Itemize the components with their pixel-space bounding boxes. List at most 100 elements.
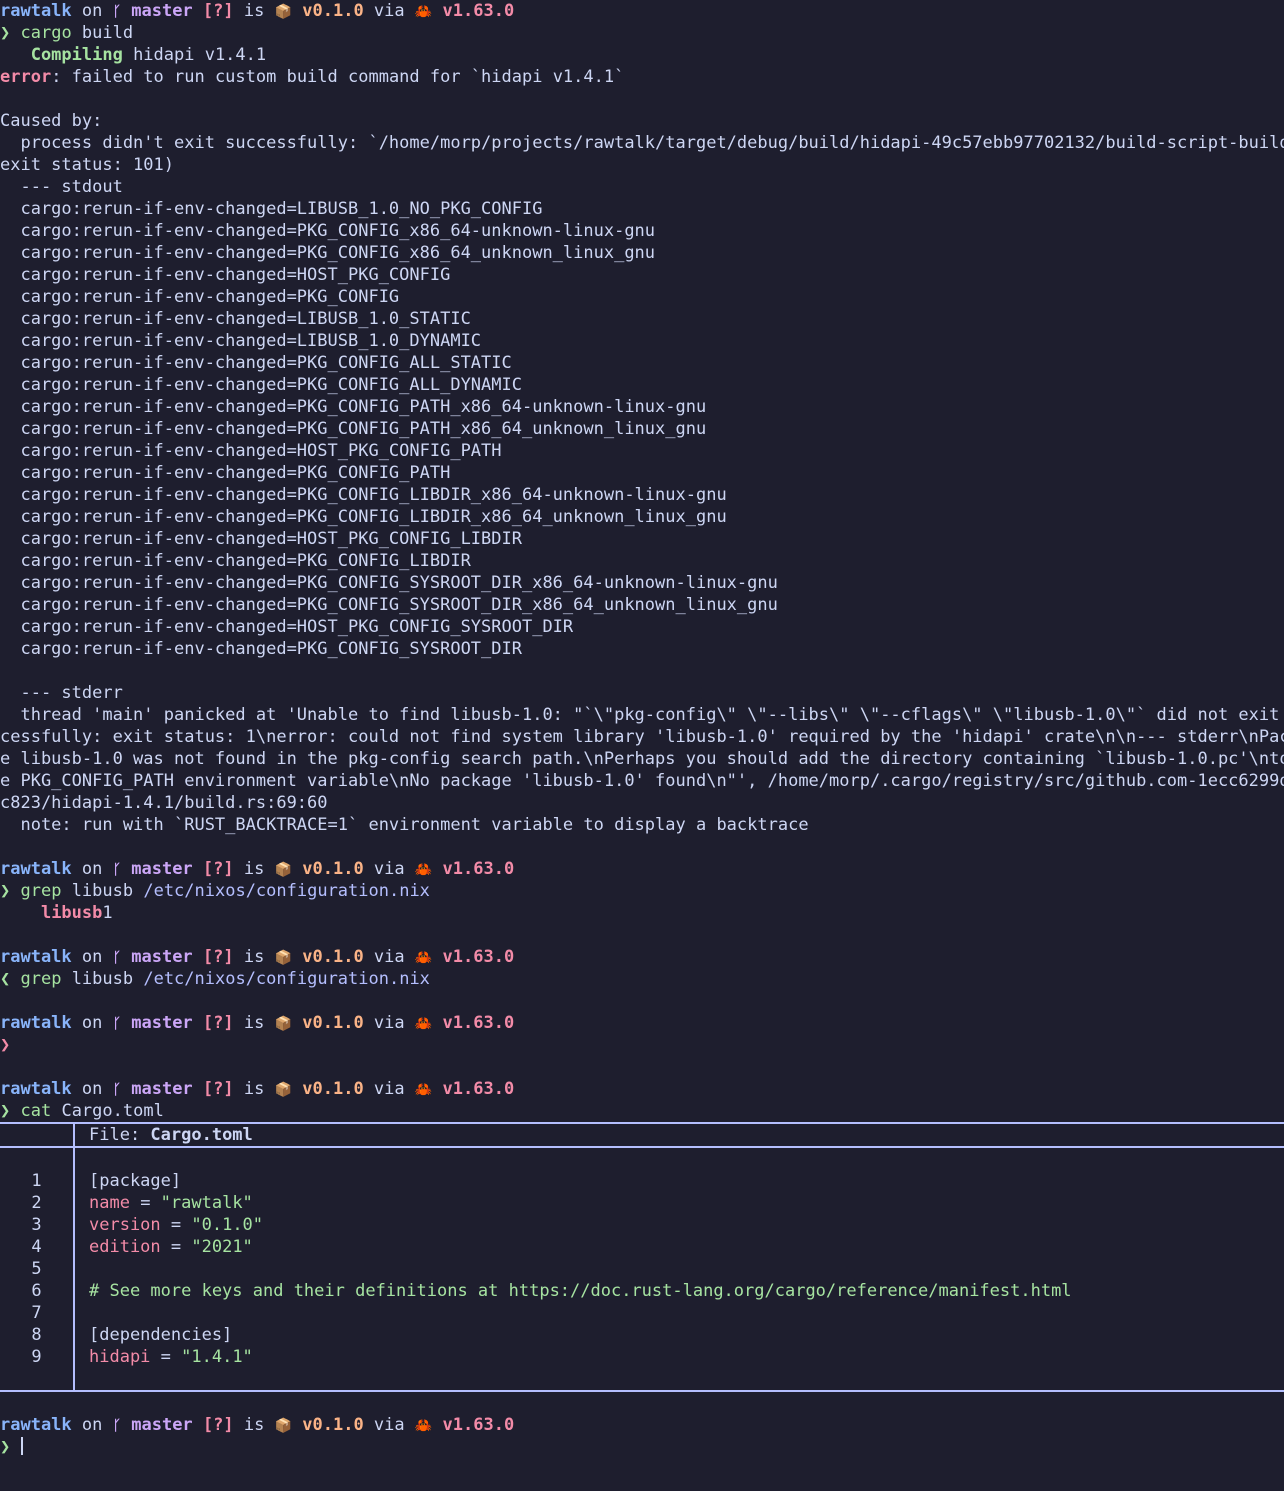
prompt-rust-version: v1.63.0 (432, 1013, 515, 1033)
prompt-text: via (363, 1415, 415, 1435)
code-content: hidapi = "1.4.1" (75, 1346, 253, 1368)
code-line: 4 edition = "2021" (0, 1236, 1284, 1258)
output-text: cargo:rerun-if-env-changed=PKG_CONFIG_AL… (0, 375, 522, 395)
output-text: --- stderr (0, 683, 123, 703)
text-cursor[interactable] (20, 1437, 23, 1455)
prompt-directory: rawtalk (0, 1079, 72, 1099)
prompt-line: rawtalk on ᚴ master [?] is 📦 v0.1.0 via … (0, 0, 1284, 22)
output-line: cargo:rerun-if-env-changed=PKG_CONFIG_AL… (0, 374, 1284, 396)
prompt-line: rawtalk on ᚴ master [?] is 📦 v0.1.0 via … (0, 946, 1284, 968)
prompt-text: via (363, 859, 415, 879)
output-line: cargo:rerun-if-env-changed=PKG_CONFIG_LI… (0, 506, 1284, 528)
prompt-text: via (363, 1, 415, 21)
spacer-row (0, 1368, 1284, 1390)
compiling-label: Compiling (0, 45, 123, 65)
code-line: 8 [dependencies] (0, 1324, 1284, 1346)
output-line: thread 'main' panicked at 'Unable to fin… (0, 704, 1284, 726)
prompt-branch: master (121, 1415, 193, 1435)
output-text: e PKG_CONFIG_PATH environment variable\n… (0, 771, 1284, 791)
toml-text: = (160, 1237, 192, 1257)
prompt-branch: master (121, 1013, 193, 1033)
line-number: 9 (0, 1346, 75, 1368)
prompt-rust-version: v1.63.0 (432, 1079, 515, 1099)
prompt-line: rawtalk on ᚴ master [?] is 📦 v0.1.0 via … (0, 1012, 1284, 1034)
output-text: cargo:rerun-if-env-changed=LIBUSB_1.0_DY… (0, 331, 482, 351)
file-name: Cargo.toml (150, 1125, 253, 1145)
line-number: 1 (0, 1170, 75, 1192)
output-text: cargo:rerun-if-env-changed=PKG_CONFIG_LI… (0, 551, 471, 571)
output-text: cargo:rerun-if-env-changed=PKG_CONFIG_LI… (0, 485, 727, 505)
output-text: cargo:rerun-if-env-changed=HOST_PKG_CONF… (0, 529, 522, 549)
prompt-branch: master (121, 859, 193, 879)
prompt-package-version: v0.1.0 (292, 1013, 364, 1033)
output-text: cargo:rerun-if-env-changed=LIBUSB_1.0_ST… (0, 309, 471, 329)
prompt-package-version: v0.1.0 (292, 1079, 364, 1099)
command-name: grep (20, 881, 62, 901)
prompt-git-status: [?] (202, 859, 234, 879)
grep-result: libusb1 (0, 902, 1284, 924)
prompt-line: rawtalk on ᚴ master [?] is 📦 v0.1.0 via … (0, 1414, 1284, 1436)
prompt-text: is (233, 1079, 275, 1099)
code-line: 3 version = "0.1.0" (0, 1214, 1284, 1236)
line-number: 7 (0, 1302, 75, 1324)
output-line: e libusb-1.0 was not found in the pkg-co… (0, 748, 1284, 770)
output-text: cargo:rerun-if-env-changed=PKG_CONFIG_x8… (0, 243, 656, 263)
prompt-text: on (71, 1013, 113, 1033)
line-number: 3 (0, 1214, 75, 1236)
toml-string: "1.4.1" (181, 1347, 253, 1367)
toml-text: = (160, 1215, 192, 1235)
package-icon: 📦 (274, 1082, 293, 1098)
prompt-text: is (233, 1013, 275, 1033)
prompt-branch: master (121, 947, 193, 967)
output-line: exit status: 101) (0, 154, 1284, 176)
output-text: cargo:rerun-if-env-changed=PKG_CONFIG_AL… (0, 353, 512, 373)
prompt-package-version: v0.1.0 (292, 1415, 364, 1435)
command-name: cargo (20, 23, 72, 43)
output-line: cargo:rerun-if-env-changed=LIBUSB_1.0_ST… (0, 308, 1284, 330)
prompt-text: is (233, 947, 275, 967)
prompt-text: via (363, 947, 415, 967)
terminal-window[interactable]: rawtalk on ᚴ master [?] is 📦 v0.1.0 via … (0, 0, 1284, 1491)
git-branch-icon: ᚴ (112, 4, 122, 20)
code-content (75, 1258, 89, 1280)
output-line: cargo:rerun-if-env-changed=PKG_CONFIG_PA… (0, 396, 1284, 418)
code-line: 9 hidapi = "1.4.1" (0, 1346, 1284, 1368)
prompt-text: via (363, 1079, 415, 1099)
output-text: 1 (102, 903, 113, 923)
output-line: Compiling hidapi v1.4.1 (0, 44, 1284, 66)
output-line: cargo:rerun-if-env-changed=LIBUSB_1.0_DY… (0, 330, 1284, 352)
output-text: e libusb-1.0 was not found in the pkg-co… (0, 749, 1284, 769)
prompt-text: is (233, 1415, 275, 1435)
command-args: libusb (61, 969, 144, 989)
prompt-arrow: ❯ (0, 1101, 11, 1121)
prompt-text: on (71, 947, 113, 967)
prompt-package-version: v0.1.0 (292, 947, 364, 967)
git-branch-icon: ᚴ (112, 950, 122, 966)
toml-text: [dependencies] (89, 1325, 233, 1345)
toml-string: "2021" (191, 1237, 253, 1257)
package-icon: 📦 (274, 1016, 293, 1032)
output-text: process didn't exit successfully: `/home… (0, 133, 1284, 153)
crab-icon: 🦀 (414, 4, 433, 20)
prompt-arrow: ❮ (0, 969, 11, 989)
output-line: cargo:rerun-if-env-changed=PKG_CONFIG_AL… (0, 352, 1284, 374)
package-icon: 📦 (274, 4, 293, 20)
command-name: grep (20, 969, 62, 989)
error-label: error (0, 67, 52, 87)
output-text: c823/hidapi-1.4.1/build.rs:69:60 (0, 793, 328, 813)
output-text: thread 'main' panicked at 'Unable to fin… (0, 705, 1284, 725)
output-text: --- stdout (0, 177, 123, 197)
package-icon: 📦 (274, 1418, 293, 1434)
output-text: cargo:rerun-if-env-changed=HOST_PKG_CONF… (0, 265, 451, 285)
output-line: --- stdout (0, 176, 1284, 198)
crab-icon: 🦀 (414, 1016, 433, 1032)
prompt-branch: master (121, 1079, 193, 1099)
code-line: 2 name = "rawtalk" (0, 1192, 1284, 1214)
output-line: cargo:rerun-if-env-changed=PKG_CONFIG_LI… (0, 484, 1284, 506)
